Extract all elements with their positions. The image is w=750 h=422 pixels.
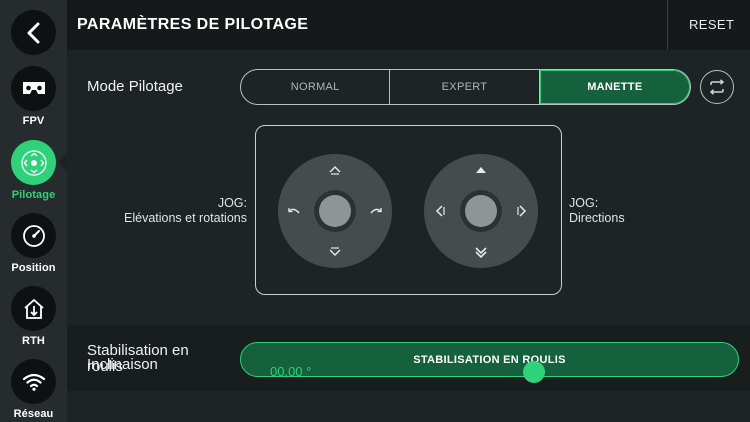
mode-option-normal[interactable]: NORMAL: [241, 70, 391, 104]
sidebar-item-label: Pilotage: [11, 189, 56, 201]
page-title: PARAMÈTRES DE PILOTAGE: [77, 16, 309, 33]
arrow-left-icon: [435, 205, 445, 217]
sidebar-item-fpv-circle: [11, 66, 56, 111]
chevron-left-icon: [27, 22, 39, 43]
rotate-right-icon: [370, 208, 382, 214]
reset-button[interactable]: RESET: [689, 17, 734, 32]
stabilisation-toggle[interactable]: STABILISATION EN ROULIS: [240, 342, 739, 377]
mode-option-expert[interactable]: EXPERT: [390, 70, 540, 104]
gauge-icon: [22, 224, 45, 247]
inclinaison-value: 00,00 °: [270, 364, 312, 379]
sidebar-item-fpv[interactable]: FPV: [0, 66, 67, 127]
sidebar-item-rth-circle: [11, 286, 56, 331]
wifi-icon: [22, 373, 45, 391]
rotate-left-icon: [288, 208, 300, 214]
header: PARAMÈTRES DE PILOTAGE RESET: [67, 0, 750, 50]
joystick-left: [278, 154, 392, 268]
joystick-right-knob[interactable]: [465, 195, 497, 227]
sidebar-item-label: RTH: [22, 335, 45, 347]
sidebar-item-pilotage[interactable]: Pilotage: [0, 140, 67, 201]
sidebar-item-label: FPV: [22, 115, 45, 127]
joystick-preview: [255, 125, 562, 295]
jog-left-label: JOG: Elévations et rotations: [124, 196, 247, 226]
sidebar: FPV Pilotage Position RTH Réseau: [0, 0, 67, 422]
inclinaison-label: Inclinaison: [87, 356, 158, 373]
swap-arrows-icon: [709, 79, 725, 95]
arrow-down-icon: [329, 247, 341, 256]
pilot-mode-selector: NORMAL EXPERT MANETTE: [240, 69, 691, 105]
sidebar-item-reseau-circle: [11, 359, 56, 404]
back-button[interactable]: [11, 10, 56, 55]
sidebar-item-position-circle: [11, 213, 56, 258]
joystick-icon: [20, 149, 47, 176]
jog-right-desc: Directions: [569, 211, 625, 225]
sidebar-item-pilotage-circle: [11, 140, 56, 185]
sidebar-item-position[interactable]: Position: [0, 213, 67, 274]
jog-right-label: JOG: Directions: [569, 196, 625, 226]
sidebar-item-label: Position: [11, 262, 56, 274]
vr-headset-icon: [22, 81, 45, 94]
stabilisation-section: Stabilisation en roulis STABILISATION EN…: [67, 325, 750, 391]
arrow-up-icon: [476, 167, 486, 173]
sidebar-item-reseau[interactable]: Réseau: [0, 359, 67, 420]
arrow-right-icon: [517, 205, 527, 217]
arrow-up-icon: [329, 166, 341, 175]
swap-button[interactable]: [700, 70, 734, 104]
inclinaison-slider-thumb[interactable]: [523, 361, 545, 383]
joystick-right: [424, 154, 538, 268]
pilot-mode-label: Mode Pilotage: [87, 78, 183, 95]
home-arrow-icon: [23, 298, 44, 319]
sidebar-item-label: Réseau: [13, 408, 54, 420]
sidebar-item-rth[interactable]: RTH: [0, 286, 67, 347]
double-chevron-down-icon: [475, 247, 487, 259]
mode-option-manette[interactable]: MANETTE: [539, 70, 690, 104]
header-divider: [667, 0, 668, 50]
jog-left-title: JOG:: [217, 196, 247, 210]
joystick-left-knob[interactable]: [319, 195, 351, 227]
jog-left-desc: Elévations et rotations: [124, 211, 247, 225]
main-panel: Mode Pilotage NORMAL EXPERT MANETTE JOG:…: [67, 50, 750, 422]
jog-right-title: JOG:: [569, 196, 599, 210]
